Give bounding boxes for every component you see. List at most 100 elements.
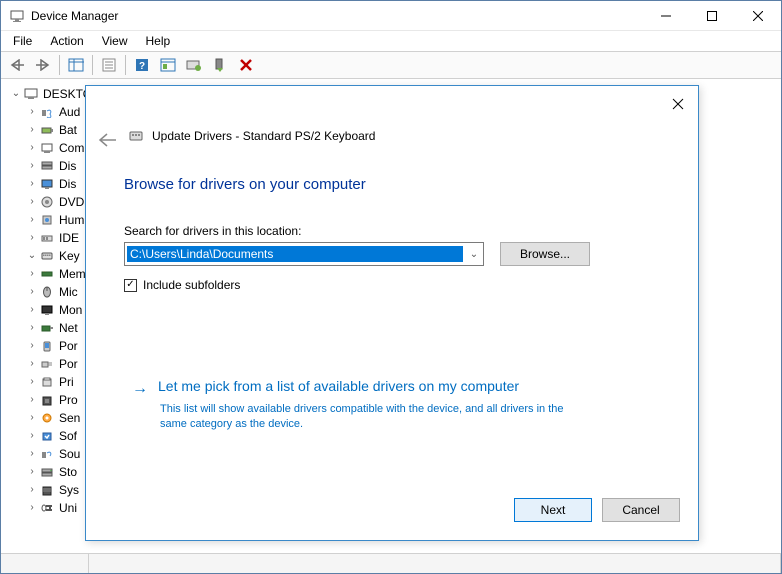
expand-icon[interactable]: ›: [25, 427, 39, 445]
tree-item-label: Dis: [59, 157, 76, 175]
include-subfolders-row[interactable]: ✓ Include subfolders: [124, 278, 240, 292]
cancel-button[interactable]: Cancel: [602, 498, 680, 522]
tree-item-label: Sys: [59, 481, 79, 499]
expand-icon[interactable]: ›: [25, 139, 39, 157]
category-icon: [39, 303, 55, 317]
tree-item-label: Mic: [59, 283, 78, 301]
collapse-icon[interactable]: ⌄: [25, 247, 39, 265]
update-driver-button[interactable]: [182, 53, 206, 77]
expand-icon[interactable]: ›: [25, 121, 39, 139]
category-icon: [39, 159, 55, 173]
dialog-title-prefix: Update Drivers -: [152, 129, 243, 143]
dialog-heading: Browse for drivers on your computer: [124, 176, 366, 193]
expand-icon[interactable]: ›: [25, 301, 39, 319]
tree-item-label: Por: [59, 337, 78, 355]
device-icon: [128, 128, 144, 144]
device-manager-window: Device Manager File Action View Help ?: [0, 0, 782, 574]
category-icon: [39, 123, 55, 137]
tree-item-label: Sto: [59, 463, 77, 481]
category-icon: [39, 141, 55, 155]
tree-item-label: Pri: [59, 373, 74, 391]
dialog-title: Update Drivers - Standard PS/2 Keyboard: [128, 128, 375, 144]
category-icon: [39, 339, 55, 353]
tree-item-label: Bat: [59, 121, 77, 139]
tree-item-label: Mem: [59, 265, 86, 283]
expand-icon[interactable]: ›: [25, 409, 39, 427]
menu-file[interactable]: File: [5, 32, 40, 50]
app-icon: [9, 8, 25, 24]
tree-item-label: Key: [59, 247, 80, 265]
tree-item-label: Uni: [59, 499, 77, 517]
category-icon: [39, 321, 55, 335]
expand-icon[interactable]: ›: [25, 355, 39, 373]
properties-button[interactable]: [97, 53, 121, 77]
category-icon: [39, 483, 55, 497]
maximize-button[interactable]: [689, 1, 735, 30]
expand-icon[interactable]: ⌄: [9, 85, 23, 103]
menu-view[interactable]: View: [94, 32, 136, 50]
update-drivers-dialog: Update Drivers - Standard PS/2 Keyboard …: [85, 85, 699, 541]
tree-item-label: Sen: [59, 409, 80, 427]
expand-icon[interactable]: ›: [25, 391, 39, 409]
show-hide-tree-button[interactable]: [64, 53, 88, 77]
category-icon: [39, 393, 55, 407]
pick-from-list-block[interactable]: → Let me pick from a list of available d…: [132, 378, 658, 432]
menubar: File Action View Help: [1, 31, 781, 51]
expand-icon[interactable]: ›: [25, 499, 39, 517]
uninstall-device-button[interactable]: [234, 53, 258, 77]
expand-icon[interactable]: ›: [25, 337, 39, 355]
pick-from-list-description: This list will show available drivers co…: [160, 402, 590, 432]
location-value: C:\Users\Linda\Documents: [127, 246, 463, 262]
menu-help[interactable]: Help: [138, 32, 179, 50]
category-icon: [39, 375, 55, 389]
next-button[interactable]: Next: [514, 498, 592, 522]
separator: [59, 55, 60, 75]
expand-icon[interactable]: ›: [25, 481, 39, 499]
help-button[interactable]: ?: [130, 53, 154, 77]
window-controls: [643, 1, 781, 30]
expand-icon[interactable]: ›: [25, 265, 39, 283]
expand-icon[interactable]: ›: [25, 193, 39, 211]
menu-action[interactable]: Action: [42, 32, 91, 50]
expand-icon[interactable]: ›: [25, 211, 39, 229]
category-icon: [39, 177, 55, 191]
expand-icon[interactable]: ›: [25, 373, 39, 391]
window-title: Device Manager: [31, 9, 643, 23]
tree-item-label: Pro: [59, 391, 78, 409]
computer-icon: [23, 87, 39, 101]
close-button[interactable]: [735, 1, 781, 30]
expand-icon[interactable]: ›: [25, 445, 39, 463]
include-subfolders-label: Include subfolders: [143, 278, 240, 292]
tree-item-label: Dis: [59, 175, 76, 193]
chevron-down-icon[interactable]: ⌄: [465, 249, 483, 260]
browse-button[interactable]: Browse...: [500, 242, 590, 266]
statusbar: [1, 553, 781, 573]
category-icon: [39, 447, 55, 461]
category-icon: [39, 411, 55, 425]
enable-device-button[interactable]: [208, 53, 232, 77]
expand-icon[interactable]: ›: [25, 463, 39, 481]
tree-item-label: Por: [59, 355, 78, 373]
category-icon: [39, 285, 55, 299]
include-subfolders-checkbox[interactable]: ✓: [124, 279, 137, 292]
dialog-buttons: Next Cancel: [514, 498, 680, 522]
tree-item-label: Mon: [59, 301, 82, 319]
category-icon: [39, 249, 55, 263]
expand-icon[interactable]: ›: [25, 157, 39, 175]
expand-icon[interactable]: ›: [25, 283, 39, 301]
pick-from-list-link[interactable]: Let me pick from a list of available dri…: [158, 378, 519, 394]
separator: [125, 55, 126, 75]
dialog-close-button[interactable]: [668, 94, 688, 114]
expand-icon[interactable]: ›: [25, 319, 39, 337]
dialog-back-button[interactable]: [98, 132, 118, 148]
expand-icon[interactable]: ›: [25, 103, 39, 121]
back-button[interactable]: [5, 53, 29, 77]
expand-icon[interactable]: ›: [25, 229, 39, 247]
forward-button[interactable]: [31, 53, 55, 77]
category-icon: [39, 213, 55, 227]
scan-hardware-button[interactable]: [156, 53, 180, 77]
expand-icon[interactable]: ›: [25, 175, 39, 193]
minimize-button[interactable]: [643, 1, 689, 30]
location-combobox[interactable]: C:\Users\Linda\Documents ⌄: [124, 242, 484, 266]
category-icon: [39, 231, 55, 245]
